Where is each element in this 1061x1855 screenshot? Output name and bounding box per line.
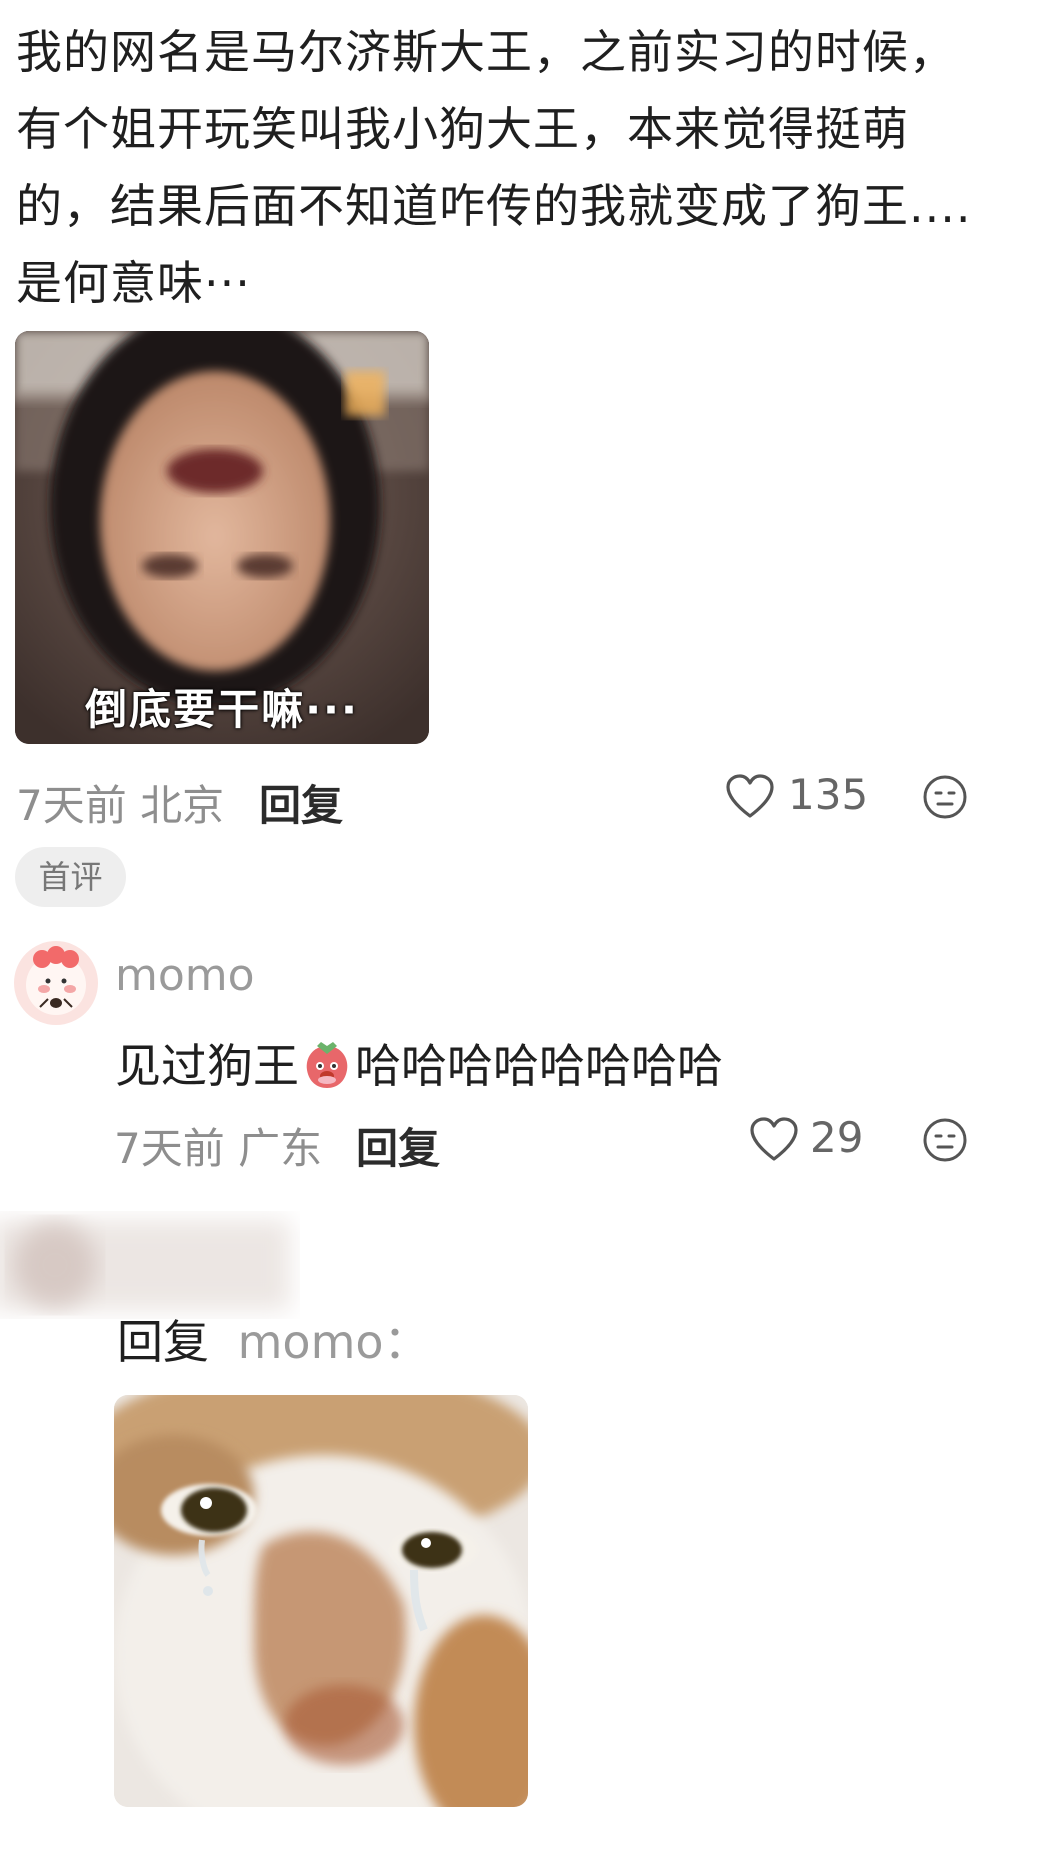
comment1-username[interactable]: momo — [115, 950, 255, 1001]
comment1-emoji-reaction-button[interactable] — [922, 1117, 968, 1163]
heart-icon — [750, 1117, 798, 1161]
post-line-1: 我的网名是马尔济斯大王，之前实习的时候， — [16, 25, 956, 79]
post-meme-image[interactable]: 倒底要干嘛··· — [15, 331, 429, 744]
post-line-4: 是何意味··· — [16, 256, 251, 310]
comment2-meme-image[interactable] — [114, 1395, 528, 1807]
post-time-location: 7天前 北京 — [16, 781, 225, 830]
comment2-reply-to[interactable]: momo： — [238, 1315, 430, 1369]
comment1-text-after: 哈哈哈哈哈哈哈哈 — [355, 1039, 723, 1093]
post-line-2: 有个姐开玩笑叫我小狗大王，本来觉得挺萌 — [16, 102, 909, 156]
avatar[interactable] — [14, 941, 98, 1025]
comment1-time-location: 7天前 广东 — [114, 1124, 323, 1173]
comment2-reply-line: 回复 momo： — [117, 1306, 430, 1372]
post-emoji-reaction-button[interactable] — [922, 774, 968, 820]
post-line-3: 的，结果后面不知道咋传的我就变成了狗王.... — [16, 179, 972, 233]
comment1-like-count: 29 — [810, 1113, 864, 1162]
comment1-like-button[interactable]: 29 — [750, 1113, 864, 1169]
first-comment-badge: 首评 — [15, 847, 126, 907]
post-like-count: 135 — [788, 770, 869, 819]
comment1-text-before: 见过狗王 — [115, 1039, 299, 1093]
post-reply-button[interactable]: 回复 — [259, 772, 343, 833]
strawberry-emoji-icon — [301, 1038, 353, 1090]
meh-face-icon — [923, 775, 967, 819]
meh-face-icon — [923, 1118, 967, 1162]
post-text: 我的网名是马尔济斯大王，之前实习的时候， 有个姐开玩笑叫我小狗大王，本来觉得挺萌… — [16, 14, 1016, 322]
post-like-button[interactable]: 135 — [726, 770, 868, 826]
meme-caption: 倒底要干嘛··· — [85, 685, 359, 734]
comment1-text: 见过狗王 哈哈哈哈哈哈哈哈 — [115, 1030, 723, 1096]
crying-cat-image — [114, 1395, 528, 1807]
comment1-reply-button[interactable]: 回复 — [356, 1115, 440, 1176]
heart-icon — [726, 774, 774, 818]
avatar-cartoon-icon — [26, 946, 86, 1015]
comment2-reply-prefix: 回复 — [117, 1315, 209, 1369]
